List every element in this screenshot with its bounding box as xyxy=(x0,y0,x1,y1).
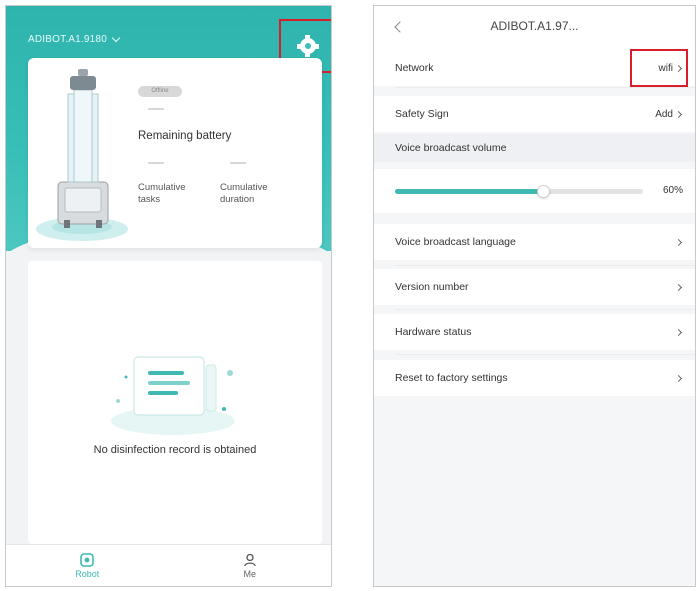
volume-value: 60% xyxy=(662,185,683,196)
factory-reset-label: Reset to factory settings xyxy=(395,372,508,384)
cumulative-duration-label: Cumulative duration xyxy=(220,182,268,205)
divider xyxy=(395,309,695,310)
settings-header: ADIBOT.A1.97... xyxy=(374,6,695,50)
volume-slider-thumb[interactable] xyxy=(537,185,551,198)
voice-language-label: Voice broadcast language xyxy=(395,236,516,248)
chevron-right-icon xyxy=(674,374,683,382)
hardware-status-label: Hardware status xyxy=(395,326,472,338)
network-label: Network xyxy=(395,62,434,74)
robot-selector[interactable]: ADIBOT.A1.9180 xyxy=(28,33,121,45)
volume-slider[interactable] xyxy=(395,185,643,198)
page-title: ADIBOT.A1.97... xyxy=(490,19,579,33)
bottom-tab-bar: Robot Me xyxy=(6,544,331,586)
robot-icon xyxy=(80,552,95,567)
status-badge: Offline xyxy=(138,86,182,97)
chevron-right-icon xyxy=(674,238,683,246)
robot-name: ADIBOT.A1.9180 xyxy=(28,34,107,45)
tab-me[interactable]: Me xyxy=(169,545,332,586)
volume-section-header: Voice broadcast volume xyxy=(374,134,695,162)
volume-slider-row: 60% xyxy=(374,169,695,213)
divider xyxy=(395,265,695,266)
version-number-label: Version number xyxy=(395,281,469,293)
tab-robot[interactable]: Robot xyxy=(6,545,169,586)
duration-value-placeholder xyxy=(230,162,246,164)
chevron-right-icon xyxy=(674,110,683,118)
factory-reset-row[interactable]: Reset to factory settings xyxy=(374,360,695,396)
gear-icon[interactable] xyxy=(296,35,319,57)
volume-slider-fill xyxy=(395,189,544,194)
disinfection-record-card: No disinfection record is obtained xyxy=(28,261,322,544)
empty-document-illustration xyxy=(111,356,235,435)
robot-settings-screen: ADIBOT.A1.97... Network wifi Safety Sign… xyxy=(373,5,696,587)
divider xyxy=(395,354,695,355)
robot-status-card: Offline Remaining battery Cumulative tas… xyxy=(28,58,322,248)
hardware-status-row[interactable]: Hardware status xyxy=(374,314,695,350)
robot-illustration xyxy=(36,69,128,241)
safety-sign-value: Add xyxy=(655,108,673,120)
safety-sign-label: Safety Sign xyxy=(395,108,449,120)
battery-label: Remaining battery xyxy=(138,130,232,142)
robot-home-screen: ADIBOT.A1.9180 Offline Remaining battery… xyxy=(5,5,332,587)
chevron-down-icon xyxy=(111,33,121,43)
status-text: Offline xyxy=(151,88,169,94)
version-number-row[interactable]: Version number xyxy=(374,269,695,305)
voice-language-row[interactable]: Voice broadcast language xyxy=(374,224,695,260)
battery-value-placeholder xyxy=(148,108,164,110)
chevron-right-icon xyxy=(674,328,683,336)
cumulative-tasks-label: Cumulative tasks xyxy=(138,182,186,205)
network-highlight-box xyxy=(630,49,688,87)
tab-me-label: Me xyxy=(243,568,256,579)
divider xyxy=(395,87,695,88)
chevron-right-icon xyxy=(674,283,683,291)
tab-robot-label: Robot xyxy=(75,568,100,579)
tasks-value-placeholder xyxy=(148,162,164,164)
safety-sign-row[interactable]: Safety Sign Add xyxy=(374,96,695,132)
person-icon xyxy=(243,553,256,566)
empty-record-message: No disinfection record is obtained xyxy=(93,444,257,456)
